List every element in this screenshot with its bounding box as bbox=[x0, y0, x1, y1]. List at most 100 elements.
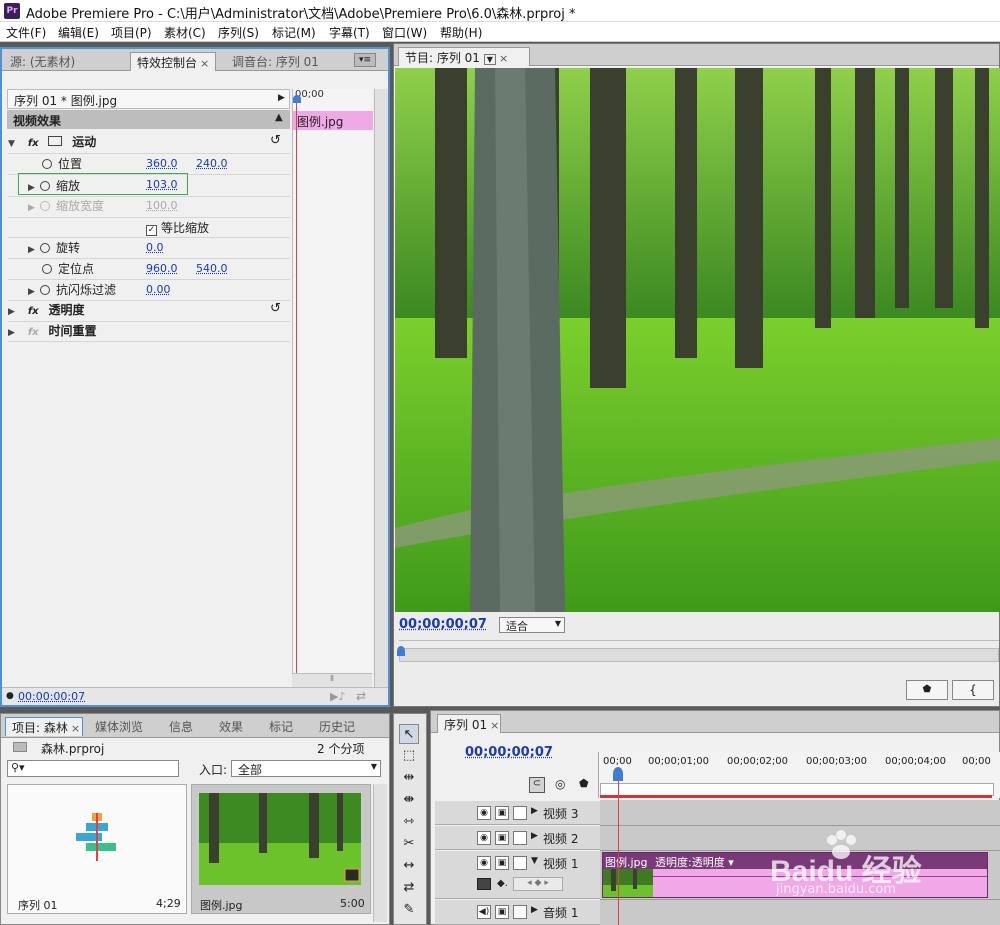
eye-icon[interactable]: ◉ bbox=[477, 831, 491, 845]
razor-tool-icon[interactable]: ✂ bbox=[399, 834, 419, 854]
position-x-value[interactable]: 360.0 bbox=[146, 157, 178, 170]
position-y-value[interactable]: 240.0 bbox=[196, 157, 228, 170]
playhead-marker-icon[interactable] bbox=[397, 646, 405, 656]
tab-history[interactable]: 历史记 bbox=[313, 717, 361, 736]
eye-icon[interactable]: ◉ bbox=[477, 856, 491, 870]
stopwatch-icon[interactable] bbox=[42, 159, 52, 169]
set-encore-marker-icon[interactable]: ◎ bbox=[555, 777, 565, 791]
track-select-tool-icon[interactable]: ⬚ bbox=[399, 746, 419, 766]
stopwatch-icon[interactable] bbox=[40, 243, 50, 253]
tab-markers[interactable]: 标记 bbox=[263, 717, 299, 736]
disclosure-right-icon[interactable]: ▶ bbox=[28, 245, 40, 255]
track-target-icon[interactable] bbox=[513, 856, 527, 870]
in-point-dropdown[interactable]: 全部 ▼ bbox=[231, 760, 381, 777]
program-timecode[interactable]: 00;00;00;07 bbox=[399, 617, 487, 632]
project-item-sequence[interactable]: 序列 01 4;29 bbox=[7, 784, 187, 914]
tab-info[interactable]: 信息 bbox=[163, 717, 199, 736]
effect-timeline[interactable]: 00;00 图例.jpg bbox=[292, 89, 373, 687]
menu-clip[interactable]: 素材(C) bbox=[164, 24, 206, 41]
close-icon[interactable]: × bbox=[71, 722, 80, 735]
time-remap-row[interactable]: ▶ fx 时间重置 bbox=[8, 322, 96, 342]
clip-bar[interactable]: 图例.jpg bbox=[293, 111, 373, 130]
rate-stretch-tool-icon[interactable]: ⇿ bbox=[399, 812, 419, 832]
fx-icon[interactable]: fx bbox=[28, 306, 39, 317]
scale-value[interactable]: 103.0 bbox=[146, 178, 178, 191]
speaker-icon[interactable]: ◀) bbox=[477, 905, 491, 919]
fx-icon[interactable]: fx bbox=[28, 138, 39, 149]
tab-media-browser[interactable]: 媒体浏览 bbox=[89, 717, 149, 736]
playhead-marker-icon[interactable] bbox=[613, 767, 623, 781]
anchor-y-value[interactable]: 540.0 bbox=[196, 262, 228, 275]
tab-program[interactable]: 节目: 序列 01 ▼ × bbox=[398, 47, 530, 66]
vertical-scrollbar[interactable] bbox=[374, 89, 388, 687]
add-marker-button[interactable]: ⬟ bbox=[906, 680, 948, 700]
motion-row[interactable]: ▼ fx 运动 ↺ bbox=[8, 133, 291, 153]
uniform-scale-checkbox[interactable]: ✓ bbox=[146, 225, 157, 236]
fit-dropdown[interactable]: 适合 ▼ bbox=[499, 617, 565, 633]
motion-transform-icon[interactable] bbox=[48, 136, 63, 146]
stopwatch-icon[interactable] bbox=[40, 285, 50, 295]
disclosure-down-icon[interactable]: ▼ bbox=[8, 139, 20, 149]
antiflicker-value[interactable]: 0.00 bbox=[146, 283, 171, 296]
menu-file[interactable]: 文件(F) bbox=[6, 24, 46, 41]
tab-project[interactable]: 项目: 森林 × bbox=[5, 717, 83, 736]
eye-icon[interactable]: ◉ bbox=[477, 806, 491, 820]
snap-icon[interactable]: ⊂ bbox=[529, 777, 545, 793]
lock-icon[interactable]: ▣ bbox=[495, 806, 509, 820]
disclosure-down-icon[interactable]: ▼ bbox=[531, 856, 538, 866]
lock-icon[interactable]: ▣ bbox=[495, 856, 509, 870]
stopwatch-icon[interactable] bbox=[40, 181, 50, 191]
current-time[interactable]: 00:00:00:07 bbox=[18, 690, 85, 703]
disclosure-right-icon[interactable]: ▶ bbox=[28, 183, 40, 193]
pen-tool-icon[interactable]: ✎ bbox=[399, 900, 419, 920]
menu-title[interactable]: 字幕(T) bbox=[329, 24, 370, 41]
menu-window[interactable]: 窗口(W) bbox=[382, 24, 427, 41]
disclosure-right-icon[interactable]: ▶ bbox=[531, 806, 538, 816]
project-scrollbar[interactable] bbox=[373, 784, 387, 922]
menu-sequence[interactable]: 序列(S) bbox=[218, 24, 259, 41]
disclosure-right-icon[interactable]: ▶ bbox=[531, 905, 538, 915]
track-target-icon[interactable] bbox=[513, 905, 527, 919]
uniform-scale-row[interactable]: ✓ 等比缩放 bbox=[146, 219, 209, 239]
search-icon[interactable]: ⚲▾ bbox=[11, 761, 25, 774]
collapse-up-icon[interactable]: ▲ bbox=[275, 112, 283, 123]
rolling-edit-tool-icon[interactable]: ⇼ bbox=[399, 790, 419, 810]
keyframe-toggle-icon[interactable]: ◆. bbox=[497, 878, 508, 889]
reset-icon[interactable]: ↺ bbox=[270, 133, 281, 148]
disclosure-right-icon[interactable]: ▶ bbox=[531, 831, 538, 841]
playhead-marker-icon[interactable] bbox=[293, 95, 301, 103]
anchor-x-value[interactable]: 960.0 bbox=[146, 262, 178, 275]
horizontal-scrollbar[interactable]: ⦀ bbox=[292, 673, 372, 687]
keyframe-navigator[interactable]: ◂ ◆ ▸ bbox=[513, 877, 563, 891]
close-icon[interactable]: × bbox=[200, 57, 209, 70]
project-item-image[interactable]: 图例.jpg 5:00 bbox=[191, 784, 371, 914]
tab-sequence[interactable]: 序列 01 × bbox=[437, 714, 501, 733]
tab-audio-mixer[interactable]: 调音台: 序列 01 bbox=[226, 52, 325, 71]
menu-project[interactable]: 项目(P) bbox=[111, 24, 152, 41]
close-icon[interactable]: × bbox=[499, 52, 508, 65]
project-search-input[interactable]: ⚲▾ bbox=[7, 760, 179, 777]
program-time-ruler[interactable] bbox=[399, 648, 999, 662]
menu-edit[interactable]: 编辑(E) bbox=[58, 24, 99, 41]
marker-icon[interactable]: ● bbox=[6, 691, 14, 701]
dropdown-arrow-icon[interactable]: ▼ bbox=[483, 54, 496, 65]
tab-source[interactable]: 源: (无素材) bbox=[4, 52, 81, 71]
lock-icon[interactable]: ▣ bbox=[495, 831, 509, 845]
play-triangle-icon[interactable]: ▶ bbox=[278, 93, 285, 103]
tab-effect-controls[interactable]: 特效控制台 × bbox=[130, 52, 216, 71]
display-style-icon[interactable] bbox=[477, 878, 491, 890]
ripple-edit-tool-icon[interactable]: ⇹ bbox=[399, 768, 419, 788]
disclosure-right-icon[interactable]: ▶ bbox=[28, 287, 40, 297]
play-audio-icon[interactable]: ▶♪ bbox=[330, 690, 345, 703]
reset-icon[interactable]: ↺ bbox=[270, 301, 281, 316]
disclosure-right-icon[interactable]: ▶ bbox=[8, 307, 20, 317]
clip-opacity-menu[interactable]: 透明度:透明度 ▾ bbox=[655, 854, 734, 870]
stopwatch-icon[interactable] bbox=[42, 264, 52, 274]
loop-icon[interactable]: ⇄ bbox=[356, 689, 366, 703]
selection-tool-icon[interactable]: ↖ bbox=[399, 724, 419, 744]
tab-effects[interactable]: 效果 bbox=[213, 717, 249, 736]
rotation-value[interactable]: 0.0 bbox=[146, 241, 164, 254]
menu-help[interactable]: 帮助(H) bbox=[440, 24, 482, 41]
lock-icon[interactable]: ▣ bbox=[495, 905, 509, 919]
track-target-icon[interactable] bbox=[513, 806, 527, 820]
